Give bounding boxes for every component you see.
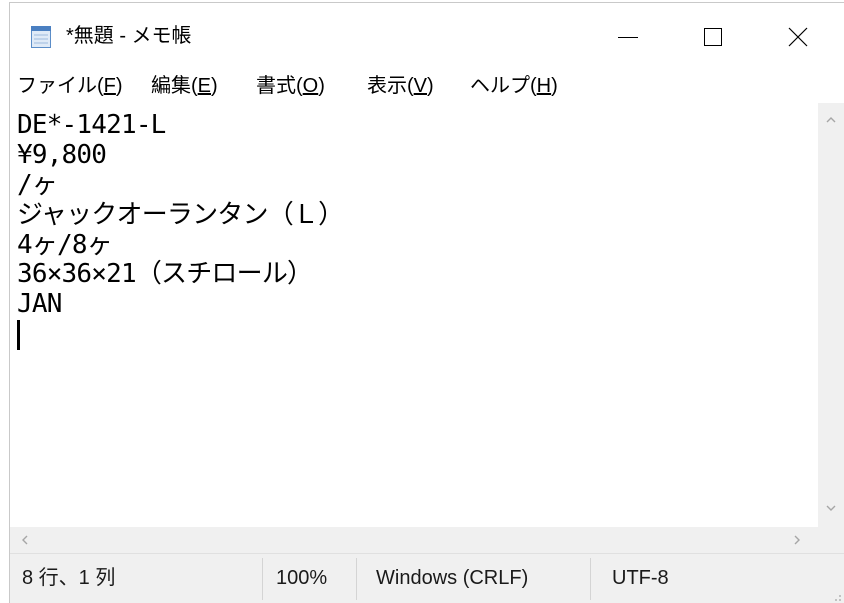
- title-bar[interactable]: *無題 - メモ帳: [10, 3, 844, 70]
- status-cursor-position: 8 行、1 列: [22, 567, 116, 589]
- horizontal-scrollbar[interactable]: [10, 527, 818, 553]
- scroll-left-button[interactable]: [12, 527, 38, 553]
- status-separator: [356, 558, 357, 600]
- menu-bar: ファイル(F) 編集(E) 書式(O) 表示(V) ヘルプ(H): [10, 70, 844, 103]
- menu-help[interactable]: ヘルプ(H): [470, 70, 558, 103]
- menu-accelerator: F: [103, 75, 116, 97]
- text-editor[interactable]: DE*-1421-L ¥9,800 /ヶ ジャックオーランタン（Ｌ） 4ヶ/8ヶ…: [10, 103, 818, 527]
- scroll-down-button[interactable]: [818, 495, 844, 521]
- menu-label-suffix: ): [211, 75, 218, 97]
- minimize-icon: [617, 27, 638, 47]
- status-line-ending: Windows (CRLF): [376, 567, 529, 589]
- menu-edit[interactable]: 編集(E): [151, 70, 218, 103]
- chevron-right-icon: [792, 535, 802, 545]
- close-button[interactable]: [755, 3, 840, 70]
- menu-label: 書式(: [256, 75, 303, 97]
- menu-accelerator: E: [197, 75, 212, 97]
- minimize-button[interactable]: [585, 3, 670, 70]
- close-icon: [788, 27, 808, 47]
- menu-label: ファイル(: [17, 75, 104, 97]
- menu-format[interactable]: 書式(O): [256, 70, 325, 103]
- menu-label: 編集(: [151, 75, 198, 97]
- status-zoom: 100%: [276, 567, 328, 589]
- menu-accelerator: H: [536, 75, 552, 97]
- text-line: 36×36×21（スチロール）: [17, 259, 313, 290]
- menu-accelerator: V: [413, 75, 428, 97]
- scroll-up-button[interactable]: [818, 107, 844, 133]
- menu-accelerator: O: [302, 75, 319, 97]
- maximize-icon: [703, 27, 722, 46]
- scrollbar-corner: [818, 527, 844, 553]
- menu-label-suffix: ): [115, 75, 123, 97]
- chevron-left-icon: [20, 535, 30, 545]
- menu-label: 表示(: [367, 75, 414, 97]
- text-line: DE*-1421-L: [17, 110, 166, 140]
- resize-grip-icon[interactable]: [830, 589, 842, 601]
- caret-line: [17, 320, 818, 351]
- text-line: JAN: [17, 289, 62, 320]
- text-line: ¥9,800: [17, 139, 107, 170]
- menu-view[interactable]: 表示(V): [367, 70, 434, 103]
- text-line: ジャックオーランタン（Ｌ）: [17, 199, 344, 230]
- text-cursor: [17, 320, 20, 351]
- menu-label-suffix: ): [318, 75, 325, 97]
- text-line: 4ヶ/8ヶ: [17, 229, 113, 260]
- status-separator: [262, 558, 263, 600]
- menu-label: ヘルプ(: [470, 75, 537, 97]
- vertical-scrollbar[interactable]: [818, 103, 844, 527]
- chevron-up-icon: [826, 115, 836, 125]
- menu-label-suffix: ): [551, 75, 558, 97]
- status-bar: 8 行、1 列 100% Windows (CRLF) UTF-8: [10, 553, 844, 603]
- menu-file[interactable]: ファイル(F): [17, 70, 123, 103]
- status-separator: [590, 558, 591, 600]
- notepad-icon[interactable]: [28, 24, 54, 50]
- scroll-right-button[interactable]: [784, 527, 810, 553]
- chevron-down-icon: [826, 503, 836, 513]
- status-encoding: UTF-8: [612, 567, 669, 589]
- window-title: *無題 - メモ帳: [66, 25, 192, 47]
- menu-label-suffix: ): [427, 75, 434, 97]
- maximize-button[interactable]: [670, 3, 755, 70]
- text-line: /ヶ: [17, 169, 58, 200]
- notepad-window: *無題 - メモ帳 ファイル(F) 編集(E) 書式(O) 表示(V) ヘルプ(…: [9, 2, 844, 603]
